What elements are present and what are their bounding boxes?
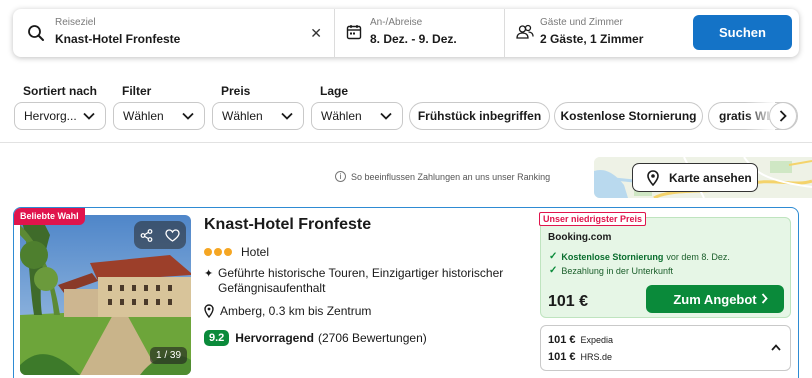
star-dot-icon — [224, 248, 232, 256]
guests-field[interactable]: Gäste und Zimmer 2 Gäste, 1 Zimmer — [505, 9, 691, 57]
perk-rest-text: vor dem 8. Dez. — [666, 251, 730, 262]
star-dot-icon — [204, 248, 212, 256]
chevron-down-icon — [281, 112, 293, 120]
search-button[interactable]: Suchen — [693, 15, 792, 50]
perk-pay-text: Bezahlung in der Unterkunft — [561, 265, 673, 276]
chevron-down-icon — [380, 112, 392, 120]
calendar-icon — [346, 24, 362, 45]
chevron-up-icon[interactable] — [771, 344, 781, 351]
rating-score: 9.2 — [204, 330, 230, 346]
hotel-features: ✦ Geführte historische Touren, Einzigart… — [204, 266, 514, 296]
photo-counter: 1 / 39 — [150, 347, 188, 364]
hotel-location: Amberg, 0.3 km bis Zentrum — [204, 304, 371, 318]
hotel-features-text: Geführte historische Touren, Einzigartig… — [218, 266, 504, 295]
guests-icon — [516, 24, 534, 45]
pay-at-property-perk: ✓ Bezahlung in der Unterkunft — [549, 265, 673, 276]
free-cancellation-perk: ✓ Kostenlose Stornierung vor dem 8. Dez. — [549, 251, 730, 262]
deal-price: 101 € — [548, 293, 589, 310]
price-value: Wählen — [222, 109, 263, 123]
filters-next-button[interactable] — [769, 102, 797, 130]
view-deal-button[interactable]: Zum Angebot — [646, 285, 784, 313]
search-bar: Reiseziel Knast-Hotel Fronfeste ✕ An-/Ab… — [13, 9, 799, 57]
clear-icon[interactable]: ✕ — [310, 25, 322, 42]
quick-filter-free-cancellation[interactable]: Kostenlose Stornierung — [554, 102, 703, 130]
destination-label: Reiseziel — [55, 17, 96, 28]
dates-label: An-/Abreise — [370, 17, 423, 28]
map-pin-icon — [204, 304, 214, 318]
guests-label: Gäste und Zimmer — [540, 17, 623, 28]
hotel-location-text: Amberg, 0.3 km bis Zentrum — [220, 304, 372, 318]
check-icon: ✓ — [549, 265, 558, 276]
star-dot-icon — [214, 248, 222, 256]
other-offers-panel[interactable] — [540, 325, 791, 371]
view-map-label: Karte ansehen — [669, 170, 752, 185]
offer-price: 101 € — [548, 351, 576, 363]
location-label: Lage — [320, 84, 349, 98]
perk-strong-text: Kostenlose Stornierung — [561, 251, 664, 262]
chevron-right-icon — [779, 110, 787, 122]
offer-row[interactable]: 101 € HRS.de — [548, 351, 612, 363]
accommodation-type: Hotel — [241, 245, 270, 259]
view-deal-label: Zum Angebot — [673, 291, 757, 307]
hotel-rating[interactable]: 9.2 Hervorragend (2706 Bewertungen) — [204, 330, 427, 346]
offer-provider: HRS.de — [580, 352, 613, 362]
quick-filter-breakfast[interactable]: Frühstück inbegriffen — [409, 102, 550, 130]
review-count: (2706 Bewertungen) — [318, 331, 427, 345]
filter-value: Wählen — [123, 109, 164, 123]
deal-provider: Booking.com — [548, 232, 612, 243]
offer-provider: Expedia — [580, 335, 614, 345]
lowest-price-badge: Unser niedrigster Preis — [539, 212, 647, 226]
photo-actions — [134, 221, 186, 249]
sort-dropdown[interactable]: Hervorg... — [14, 102, 106, 130]
rating-label: Hervorragend — [235, 331, 314, 345]
sort-label: Sortiert nach — [23, 84, 98, 98]
divider — [0, 142, 812, 143]
sort-value: Hervorg... — [24, 109, 77, 123]
offer-price: 101 € — [548, 334, 576, 346]
ranking-info-text: So beeinflussen Zahlungen an uns unser R… — [351, 171, 551, 182]
dates-value[interactable]: 8. Dez. - 9. Dez. — [370, 31, 457, 47]
view-map-button[interactable]: Karte ansehen — [632, 163, 758, 192]
location-dropdown[interactable]: Wählen — [311, 102, 403, 130]
chevron-down-icon — [182, 112, 194, 120]
dates-field[interactable]: An-/Abreise 8. Dez. - 9. Dez. — [335, 9, 505, 57]
location-value: Wählen — [321, 109, 362, 123]
sparkle-icon: ✦ — [204, 268, 214, 280]
filter-dropdown[interactable]: Wählen — [113, 102, 205, 130]
price-label: Preis — [221, 84, 251, 98]
hotel-name[interactable]: Knast-Hotel Fronfeste — [204, 216, 371, 234]
map-pin-icon — [647, 170, 659, 186]
popular-badge: Beliebte Wahl — [14, 208, 85, 225]
search-icon — [27, 24, 45, 47]
heart-icon[interactable] — [165, 228, 180, 242]
info-icon: i — [335, 171, 346, 182]
price-dropdown[interactable]: Wählen — [212, 102, 304, 130]
share-icon[interactable] — [140, 228, 153, 242]
offer-row[interactable]: 101 € Expedia — [548, 334, 613, 346]
star-rating: Hotel — [204, 245, 269, 259]
destination-field[interactable]: Reiseziel Knast-Hotel Fronfeste ✕ — [13, 9, 335, 57]
destination-value[interactable]: Knast-Hotel Fronfeste — [55, 31, 180, 47]
chevron-down-icon — [83, 112, 95, 120]
chevron-right-icon — [761, 293, 768, 304]
filter-label: Filter — [122, 84, 152, 98]
check-icon: ✓ — [549, 251, 558, 262]
ranking-info[interactable]: i So beeinflussen Zahlungen an uns unser… — [335, 171, 550, 182]
guests-value[interactable]: 2 Gäste, 1 Zimmer — [540, 31, 643, 47]
